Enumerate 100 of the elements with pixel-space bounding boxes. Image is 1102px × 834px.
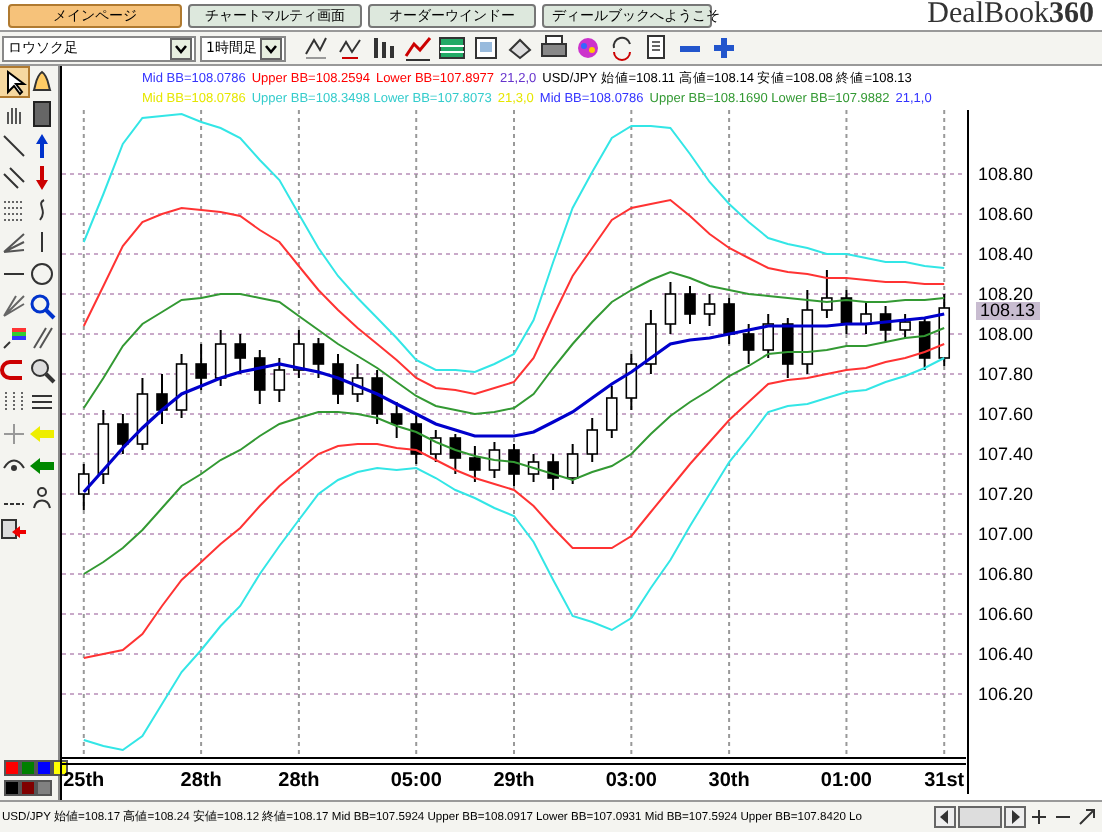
- x-axis-label: 31st: [924, 770, 965, 792]
- y-axis-label: 106.40: [978, 644, 1034, 664]
- candlestick: [742, 323, 755, 365]
- candlestick: [273, 357, 286, 403]
- circle-icon[interactable]: [28, 260, 56, 288]
- parallel-lines-icon[interactable]: [0, 164, 28, 192]
- magnet-icon[interactable]: [0, 356, 28, 384]
- candlestick: [156, 373, 168, 425]
- candlestick: [723, 297, 735, 345]
- delete-icon[interactable]: [0, 516, 28, 544]
- candlestick: [703, 293, 716, 327]
- y-axis-label: 106.80: [978, 564, 1034, 584]
- candlestick: [449, 433, 462, 475]
- candlestick: [97, 409, 110, 485]
- y-axis-label: 107.20: [978, 484, 1034, 504]
- candlestick: [547, 453, 559, 491]
- bar-chart-icon[interactable]: [370, 34, 398, 62]
- x-axis-label: 25th: [63, 770, 105, 792]
- scroll-thumb-icon[interactable]: [958, 806, 1002, 828]
- color-swatch[interactable]: [4, 780, 20, 796]
- current-price-label: 108.13: [976, 302, 1040, 320]
- candlestick: [390, 401, 403, 439]
- y-axis-label: 107.80: [978, 364, 1034, 384]
- color-swatch[interactable]: [20, 760, 36, 776]
- window-icon[interactable]: [472, 34, 500, 62]
- candlestick: [821, 269, 833, 319]
- y-axis-label: 108.20: [978, 284, 1034, 304]
- logo: DealBook360: [927, 0, 1096, 30]
- x-axis-label: 30th: [708, 770, 750, 792]
- candlestick: [195, 343, 207, 391]
- y-axis-label: 107.00: [978, 524, 1034, 544]
- candlestick: [625, 353, 638, 411]
- y-axis-label: 107.40: [978, 444, 1034, 464]
- reset-icon[interactable]: [1076, 806, 1098, 828]
- candlestick: [371, 369, 383, 425]
- candlestick: [117, 413, 129, 455]
- candlestick: [645, 309, 657, 375]
- zoom-in-icon[interactable]: [1028, 806, 1050, 828]
- x-axis-label: 28th: [278, 770, 320, 792]
- candlestick: [566, 443, 579, 485]
- candlestick: [860, 301, 872, 335]
- candlestick: [78, 463, 90, 511]
- dotted-grid-icon[interactable]: [0, 388, 28, 416]
- fan-lines-icon[interactable]: [0, 228, 28, 256]
- x-axis-label: 29th: [493, 770, 535, 792]
- candlestick: [938, 293, 950, 367]
- table-icon[interactable]: [438, 34, 466, 62]
- magnifier-icon[interactable]: [28, 292, 56, 320]
- plus-icon[interactable]: [710, 34, 738, 62]
- bell-icon[interactable]: [28, 68, 56, 96]
- color-swatch[interactable]: [20, 780, 36, 796]
- candlestick: [586, 417, 598, 463]
- candlestick: [801, 289, 814, 375]
- y-axis-label: 108.60: [978, 204, 1034, 224]
- candlestick: [899, 313, 911, 339]
- speed-lines-icon[interactable]: [0, 292, 28, 320]
- candlestick: [254, 349, 266, 405]
- candlestick: [488, 441, 501, 479]
- document-icon[interactable]: [642, 34, 670, 62]
- printer-icon[interactable]: [540, 34, 568, 62]
- person-icon[interactable]: [28, 484, 56, 512]
- candlestick: [782, 317, 794, 379]
- chart-indicator-icon[interactable]: [302, 34, 330, 62]
- x-axis-label: 28th: [180, 770, 222, 792]
- cursor-icon[interactable]: [0, 68, 28, 96]
- scroll-right-icon[interactable]: [1004, 806, 1026, 828]
- slash-lines-icon[interactable]: [28, 324, 56, 352]
- y-axis-label: 107.60: [978, 404, 1034, 424]
- candlestick: [410, 413, 423, 465]
- candlestick: [136, 377, 149, 451]
- y-axis-label: 106.20: [978, 684, 1034, 704]
- y-axis-label: 108.80: [978, 164, 1034, 184]
- candlestick: [840, 289, 853, 335]
- color-swatch[interactable]: [4, 760, 20, 776]
- chart-indicator-icon[interactable]: [336, 34, 364, 62]
- candlestick: [312, 337, 325, 379]
- color-swatch[interactable]: [36, 780, 52, 796]
- candlestick: [879, 305, 892, 343]
- trend-chart-icon[interactable]: [404, 34, 432, 62]
- x-axis-label: 03:00: [605, 770, 657, 792]
- y-axis-label: 106.60: [978, 604, 1034, 624]
- x-axis-label: 05:00: [390, 770, 442, 792]
- color-swatch[interactable]: [36, 760, 52, 776]
- diagonal-line-icon[interactable]: [0, 132, 28, 160]
- candlestick: [351, 363, 364, 403]
- candlestick: [527, 453, 540, 483]
- y-axis-label: 108.00: [978, 324, 1034, 344]
- candlestick: [684, 285, 696, 325]
- grid-lines-icon[interactable]: [0, 196, 28, 224]
- zoom-icon[interactable]: [28, 356, 56, 384]
- candlestick: [332, 353, 344, 405]
- candlestick: [234, 333, 246, 375]
- x-axis-label: 01:00: [820, 770, 872, 792]
- palette-icon[interactable]: [574, 34, 602, 62]
- candlestick: [214, 329, 227, 387]
- arrow-left-icon[interactable]: [28, 452, 56, 480]
- scroll-left-icon[interactable]: [934, 806, 956, 828]
- y-axis-label: 108.40: [978, 244, 1034, 264]
- refresh-icon[interactable]: [608, 34, 636, 62]
- pen-icon[interactable]: [0, 324, 28, 352]
